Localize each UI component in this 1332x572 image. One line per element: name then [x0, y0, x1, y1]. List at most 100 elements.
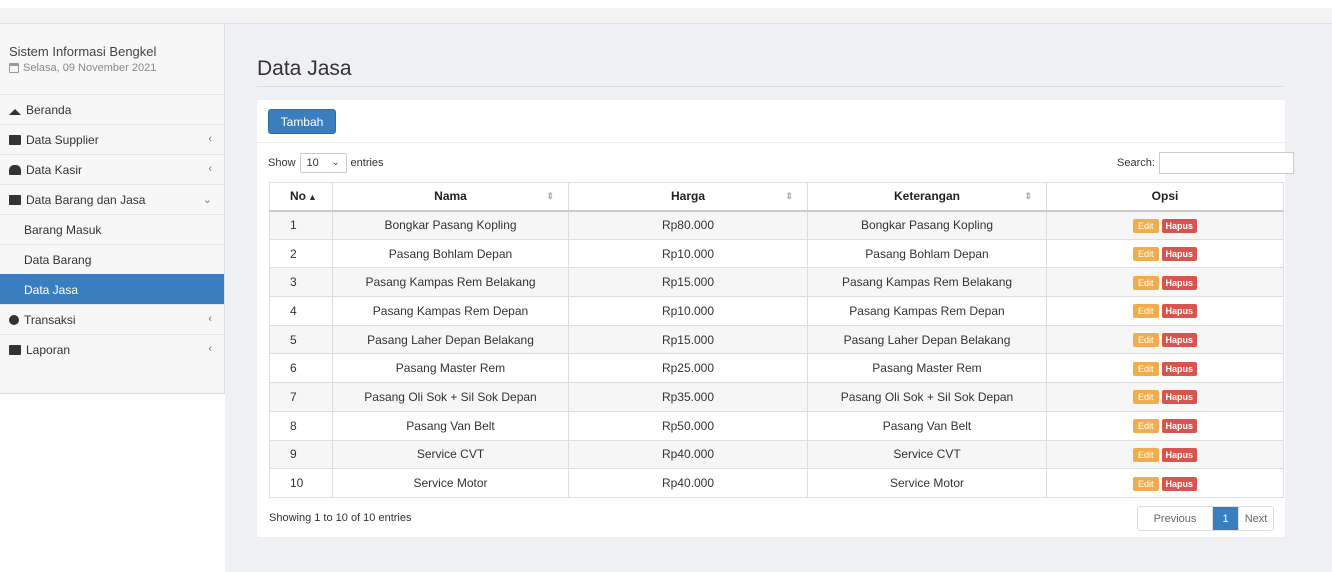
divider [257, 86, 1284, 87]
cell-no: 7 [269, 382, 333, 412]
delete-button[interactable]: Hapus [1161, 390, 1198, 405]
app-date: Selasa, 09 November 2021 [9, 62, 156, 74]
search-input[interactable] [1158, 152, 1294, 174]
delete-button[interactable]: Hapus [1161, 419, 1198, 434]
cell-nama: Pasang Laher Depan Belakang [332, 324, 569, 355]
edit-button[interactable]: Edit [1132, 447, 1159, 462]
browser-bar [0, 8, 1332, 24]
link-icon [9, 134, 21, 145]
column-header-keterangan[interactable]: Keterangan ⇕ [807, 182, 1047, 212]
column-header-harga[interactable]: Harga ⇕ [568, 182, 808, 212]
cell-opsi: Edit Hapus [1046, 324, 1284, 355]
cell-opsi: Edit Hapus [1046, 410, 1284, 441]
column-header-no[interactable]: No ▲ [269, 182, 333, 212]
cell-opsi: Edit Hapus [1046, 382, 1284, 412]
cell-no: 8 [269, 410, 333, 441]
cell-nama: Bongkar Pasang Kopling [332, 210, 569, 240]
delete-button[interactable]: Hapus [1161, 304, 1198, 319]
sort-asc-icon: ▲ [308, 192, 317, 203]
chevron-left-icon: ‹ [208, 313, 212, 325]
cell-opsi: Edit Hapus [1046, 238, 1284, 269]
table-row: 4 Pasang Kampas Rem Depan Rp10.000 Pasang K… [269, 296, 1284, 326]
edit-button[interactable]: Edit [1132, 361, 1159, 376]
sort-icon: ⇕ [546, 191, 554, 201]
cell-harga: Rp40.000 [568, 468, 808, 498]
delete-button[interactable]: Hapus [1161, 361, 1198, 376]
cell-opsi: Edit Hapus [1046, 439, 1284, 470]
top-strip [0, 0, 1332, 24]
cell-opsi: Edit Hapus [1046, 353, 1284, 384]
cell-no: 4 [269, 296, 333, 326]
table-info: Showing 1 to 10 of 10 entries [269, 512, 412, 524]
sidebar-item-data-barang-dan-jasa[interactable]: Data Barang dan Jasa ⌄ [0, 184, 224, 214]
sidebar-item-label: Data Kasir [26, 162, 83, 177]
sidebar-item-data-supplier[interactable]: Data Supplier ‹ [0, 124, 224, 154]
header-label: Opsi [1151, 189, 1179, 204]
cell-keterangan: Pasang Van Belt [807, 410, 1047, 441]
delete-button[interactable]: Hapus [1161, 247, 1198, 262]
header-label: Keterangan [893, 189, 961, 204]
edit-button[interactable]: Edit [1132, 218, 1159, 233]
delete-button[interactable]: Hapus [1161, 275, 1198, 290]
add-button[interactable]: Tambah [268, 109, 336, 134]
edit-button[interactable]: Edit [1132, 419, 1159, 434]
sidebar-item-data-barang[interactable]: Data Barang [0, 244, 224, 274]
pagination: Previous 1 Next [1137, 506, 1274, 531]
previous-page-button[interactable]: Previous [1138, 507, 1213, 530]
date-text: Selasa, 09 November 2021 [23, 62, 157, 74]
delete-button[interactable]: Hapus [1161, 476, 1198, 491]
header-label: Harga [670, 189, 705, 204]
cell-keterangan: Pasang Oli Sok + Sil Sok Depan [807, 382, 1047, 412]
edit-button[interactable]: Edit [1132, 390, 1159, 405]
cell-no: 6 [269, 353, 333, 384]
sidebar-item-data-jasa[interactable]: Data Jasa [0, 274, 224, 304]
cell-nama: Pasang Kampas Rem Belakang [332, 267, 569, 298]
sidebar-item-transaksi[interactable]: Transaksi ‹ [0, 304, 224, 334]
edit-button[interactable]: Edit [1132, 247, 1159, 262]
page-length-control: Show 10 ⌄ entries [268, 153, 384, 173]
chevron-down-icon: ⌄ [331, 157, 340, 167]
sidebar-item-laporan[interactable]: Laporan ‹ [0, 334, 224, 364]
cell-harga: Rp10.000 [568, 296, 808, 326]
divider [257, 142, 1285, 143]
page-length-select[interactable]: 10 ⌄ [299, 153, 347, 173]
sidebar-item-label: Laporan [26, 342, 71, 357]
table-row: 8 Pasang Van Belt Rp50.000 Pasang Van Belt E… [269, 410, 1284, 441]
cell-opsi: Edit Hapus [1046, 468, 1284, 498]
sidebar-item-beranda[interactable]: Beranda [0, 94, 224, 124]
cell-nama: Service Motor [332, 468, 569, 498]
delete-button[interactable]: Hapus [1161, 333, 1198, 348]
sidebar-item-barang-masuk[interactable]: Barang Masuk [0, 214, 224, 244]
cell-harga: Rp15.000 [568, 267, 808, 298]
cell-no: 9 [269, 439, 333, 470]
sidebar-menu: Beranda Data Supplier ‹ Data Kasir ‹ Dat… [0, 94, 224, 364]
delete-button[interactable]: Hapus [1161, 218, 1198, 233]
edit-button[interactable]: Edit [1132, 275, 1159, 290]
cell-harga: Rp40.000 [568, 439, 808, 470]
entries-label: entries [350, 157, 384, 169]
folder-icon [9, 344, 21, 355]
cell-no: 10 [269, 468, 333, 498]
cell-harga: Rp50.000 [568, 410, 808, 441]
cell-keterangan: Service Motor [807, 468, 1047, 498]
delete-button[interactable]: Hapus [1161, 447, 1198, 462]
chevron-down-icon: ⌄ [202, 194, 212, 206]
edit-button[interactable]: Edit [1132, 476, 1159, 491]
cell-nama: Service CVT [332, 439, 569, 470]
chevron-left-icon: ‹ [208, 163, 212, 175]
edit-button[interactable]: Edit [1132, 333, 1159, 348]
cell-harga: Rp15.000 [568, 324, 808, 355]
cell-harga: Rp35.000 [568, 382, 808, 412]
sidebar-item-data-kasir[interactable]: Data Kasir ‹ [0, 154, 224, 184]
sidebar-item-label: Beranda [26, 102, 72, 117]
page-title: Data Jasa [257, 57, 352, 80]
sort-icon: ⇕ [785, 191, 793, 201]
next-page-button[interactable]: Next [1238, 507, 1273, 530]
edit-button[interactable]: Edit [1132, 304, 1159, 319]
cell-harga: Rp25.000 [568, 353, 808, 384]
cell-opsi: Edit Hapus [1046, 296, 1284, 326]
table-body: 1 Bongkar Pasang Kopling Rp80.000 Bongkar P… [269, 210, 1284, 498]
chevron-left-icon: ‹ [208, 133, 212, 145]
column-header-nama[interactable]: Nama ⇕ [332, 182, 569, 212]
page-1-button[interactable]: 1 [1213, 507, 1238, 530]
